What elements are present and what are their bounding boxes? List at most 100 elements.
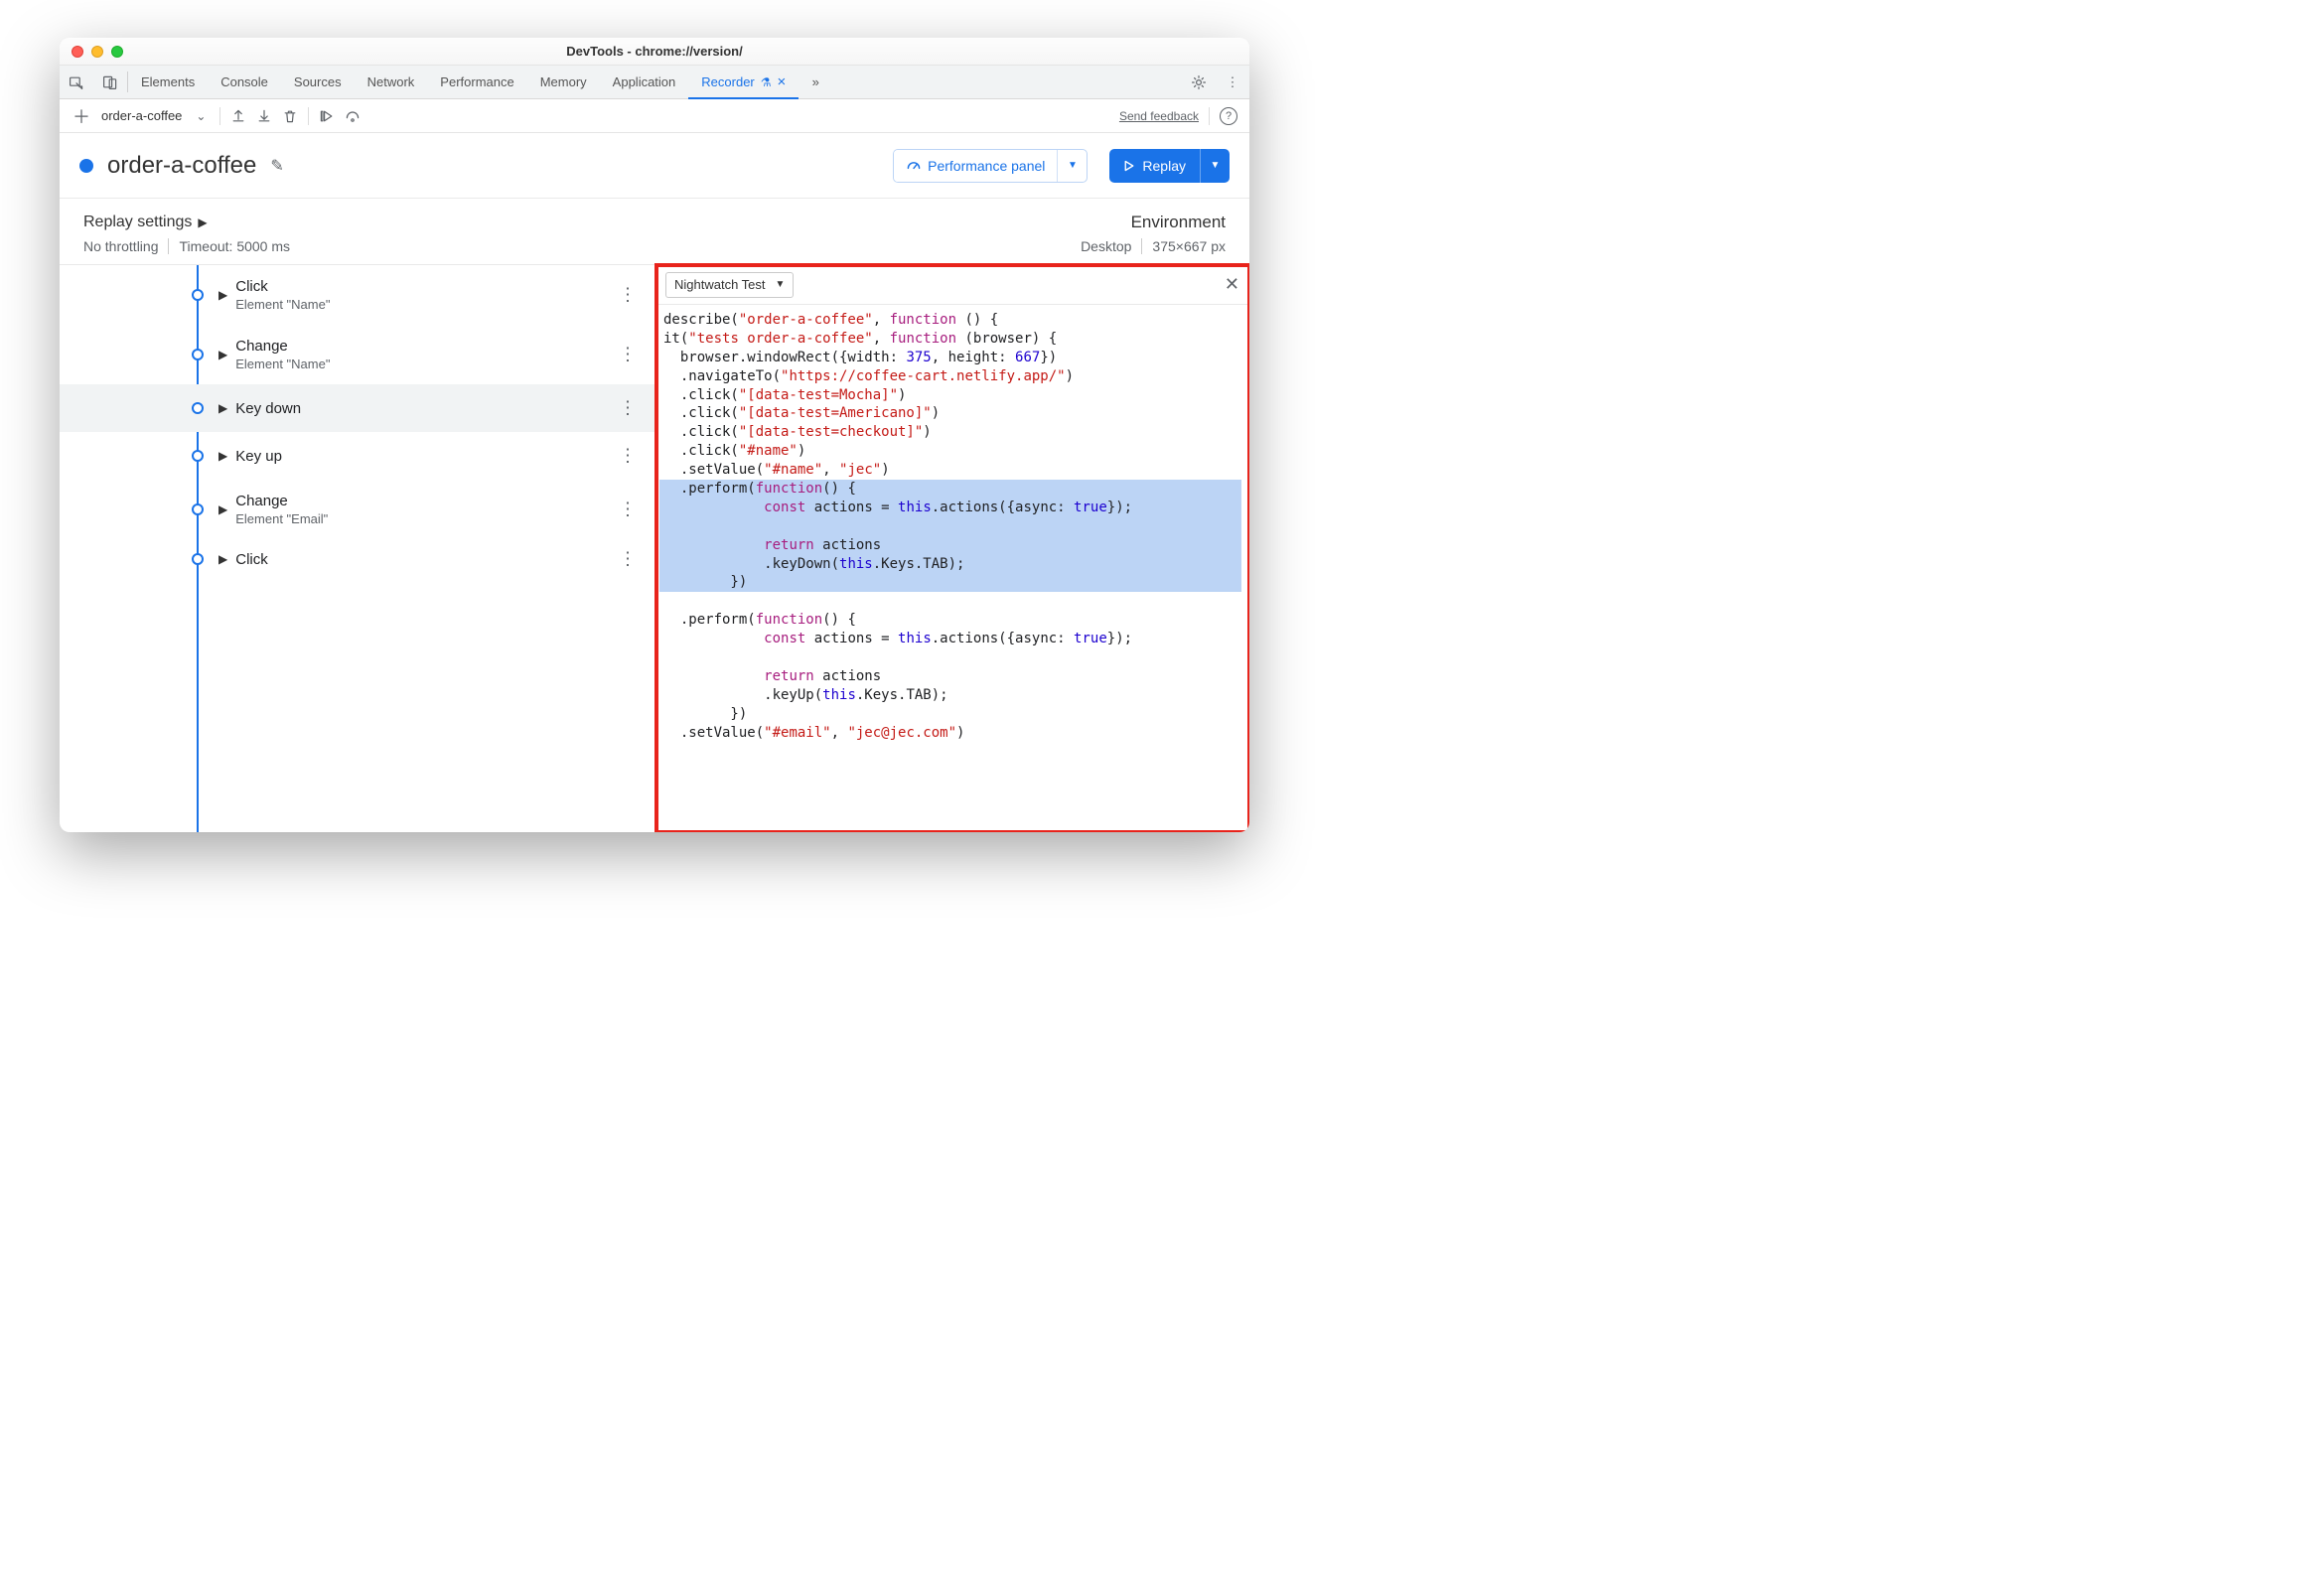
step-title: Key up <box>235 448 282 465</box>
record-dot-icon <box>79 159 93 173</box>
step-subtitle: Element "Email" <box>235 511 328 526</box>
replay-group: Replay ▼ <box>1109 149 1230 183</box>
step-menu-icon[interactable]: ⋮ <box>619 500 637 520</box>
tab-label: Performance <box>440 74 513 89</box>
chevron-right-icon: ▶ <box>218 348 227 361</box>
step-over-icon[interactable] <box>345 108 361 124</box>
environment-label: Environment <box>1131 213 1226 232</box>
tab-console[interactable]: Console <box>208 66 281 98</box>
tab-label: Network <box>367 74 415 89</box>
devtools-window: DevTools - chrome://version/ Elements Co… <box>60 38 1249 832</box>
step-row-selected[interactable]: ▶ Key down ⋮ <box>60 384 654 432</box>
recorder-body: ▶ Click Element "Name" ⋮ ▶ Change Elemen… <box>60 265 1249 832</box>
flask-icon: ⚗ <box>761 75 772 89</box>
code-export-pane: Nightwatch Test ▼ ✕ describe("order-a-co… <box>654 265 1249 832</box>
recording-select-dropdown[interactable]: ⌄ <box>192 109 210 123</box>
tab-label: Sources <box>294 74 342 89</box>
window-controls <box>72 46 123 58</box>
step-menu-icon[interactable]: ⋮ <box>619 446 637 467</box>
code-body[interactable]: describe("order-a-coffee", function () {… <box>655 305 1249 832</box>
settings-gear-icon[interactable] <box>1182 66 1216 98</box>
code-format-dropdown[interactable]: Nightwatch Test ▼ <box>665 272 794 298</box>
export-icon[interactable] <box>230 108 246 124</box>
window-close-button[interactable] <box>72 46 83 58</box>
step-row[interactable]: ▶ Click ⋮ <box>60 539 654 579</box>
tab-performance[interactable]: Performance <box>427 66 526 98</box>
step-title: Change <box>235 338 330 355</box>
code-toolbar: Nightwatch Test ▼ ✕ <box>655 265 1249 305</box>
kebab-menu-icon[interactable]: ⋮ <box>1216 66 1249 98</box>
tab-sources[interactable]: Sources <box>281 66 355 98</box>
send-feedback-link[interactable]: Send feedback <box>1119 109 1199 123</box>
tab-close-icon[interactable]: × <box>778 73 787 90</box>
replay-settings-expand-icon[interactable]: ▶ <box>198 215 207 229</box>
tab-recorder[interactable]: Recorder ⚗ × <box>688 66 799 98</box>
step-row[interactable]: ▶ Change Element "Email" ⋮ <box>60 480 654 539</box>
new-recording-button[interactable]: ＋ <box>72 103 91 129</box>
step-subtitle: Element "Name" <box>235 297 330 312</box>
step-menu-icon[interactable]: ⋮ <box>619 549 637 570</box>
window-maximize-button[interactable] <box>111 46 123 58</box>
viewport-value: 375×667 px <box>1152 238 1226 254</box>
tab-label: Application <box>613 74 676 89</box>
replay-dropdown[interactable]: ▼ <box>1200 149 1230 183</box>
tab-application[interactable]: Application <box>600 66 689 98</box>
step-menu-icon[interactable]: ⋮ <box>619 398 637 419</box>
inspect-element-icon[interactable] <box>60 66 93 98</box>
step-row[interactable]: ▶ Key up ⋮ <box>60 432 654 480</box>
chevron-right-icon: ▶ <box>218 401 227 415</box>
chevron-right-icon: ▶ <box>218 449 227 463</box>
close-code-pane-icon[interactable]: ✕ <box>1225 274 1239 295</box>
tab-elements[interactable]: Elements <box>128 66 208 98</box>
caret-down-icon: ▼ <box>776 279 786 290</box>
performance-panel-label: Performance panel <box>928 158 1045 174</box>
step-menu-icon[interactable]: ⋮ <box>619 285 637 306</box>
replay-label: Replay <box>1142 158 1186 174</box>
step-title: Click <box>235 278 330 295</box>
tab-label: Elements <box>141 74 195 89</box>
step-bullet-icon <box>192 503 204 515</box>
device-toggle-icon[interactable] <box>93 66 127 98</box>
step-title: Click <box>235 551 268 568</box>
performance-panel-button[interactable]: Performance panel <box>894 150 1057 182</box>
step-forward-icon[interactable] <box>319 108 335 124</box>
step-bullet-icon <box>192 402 204 414</box>
code-format-label: Nightwatch Test <box>674 277 766 292</box>
tab-memory[interactable]: Memory <box>527 66 600 98</box>
tabs-overflow-button[interactable]: » <box>799 66 832 98</box>
tab-label: Recorder <box>701 74 754 89</box>
step-menu-icon[interactable]: ⋮ <box>619 345 637 365</box>
window-title: DevTools - chrome://version/ <box>60 44 1249 59</box>
step-subtitle: Element "Name" <box>235 357 330 371</box>
import-icon[interactable] <box>256 108 272 124</box>
performance-panel-dropdown[interactable]: ▼ <box>1057 150 1087 182</box>
edit-title-icon[interactable]: ✎ <box>270 156 283 176</box>
tab-label: Memory <box>540 74 587 89</box>
environment-value: Desktop <box>1081 238 1131 254</box>
step-title: Change <box>235 493 328 509</box>
steps-timeline-pane: ▶ Click Element "Name" ⋮ ▶ Change Elemen… <box>60 265 654 832</box>
tab-network[interactable]: Network <box>355 66 428 98</box>
chevron-right-icon: ▶ <box>218 288 227 302</box>
help-icon[interactable]: ? <box>1220 107 1237 125</box>
delete-icon[interactable] <box>282 108 298 124</box>
step-title: Key down <box>235 400 301 417</box>
window-minimize-button[interactable] <box>91 46 103 58</box>
recording-title: order-a-coffee <box>107 152 256 180</box>
replay-settings-label[interactable]: Replay settings <box>83 214 192 231</box>
titlebar: DevTools - chrome://version/ <box>60 38 1249 66</box>
step-bullet-icon <box>192 450 204 462</box>
step-bullet-icon <box>192 349 204 360</box>
chevron-right-icon: ▶ <box>218 502 227 516</box>
performance-panel-group: Performance panel ▼ <box>893 149 1088 183</box>
replay-settings-block: Replay settings ▶ Environment No throttl… <box>60 199 1249 265</box>
step-row[interactable]: ▶ Change Element "Name" ⋮ <box>60 325 654 384</box>
recording-title-row: order-a-coffee ✎ Performance panel ▼ Rep… <box>60 133 1249 199</box>
chevron-right-icon: ▶ <box>218 552 227 566</box>
step-bullet-icon <box>192 289 204 301</box>
recorder-toolbar: ＋ order-a-coffee ⌄ Send feedback ? <box>60 99 1249 133</box>
throttling-value: No throttling <box>83 238 158 254</box>
replay-button[interactable]: Replay <box>1109 149 1200 183</box>
step-row[interactable]: ▶ Click Element "Name" ⋮ <box>60 265 654 325</box>
panel-tabstrip: Elements Console Sources Network Perform… <box>60 66 1249 99</box>
